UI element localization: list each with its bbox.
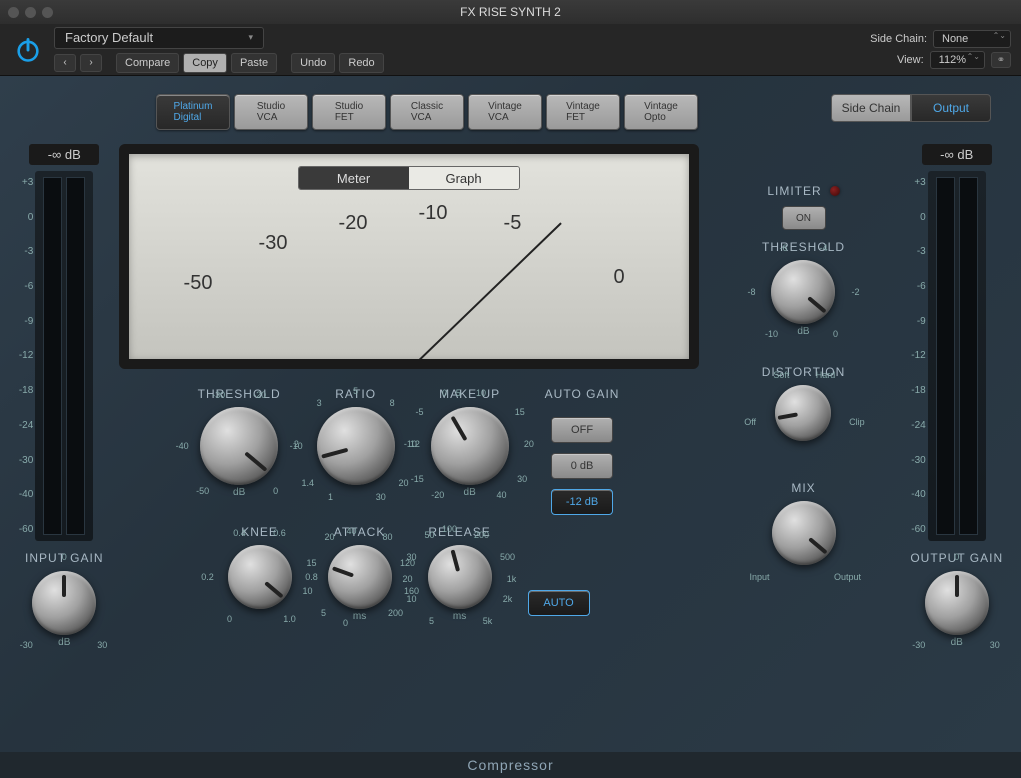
close-dot[interactable] [8,7,19,18]
plugin-toolbar: Factory Default ▾ ‹ › Compare Copy Paste… [0,24,1021,76]
paste-button[interactable]: Paste [231,53,277,73]
ratio-label: RATIO [335,387,376,401]
release-auto-button[interactable]: AUTO [528,590,590,616]
release-knob[interactable] [428,545,492,609]
traffic-lights [8,7,53,18]
compare-button[interactable]: Compare [116,53,179,73]
limiter-threshold-knob[interactable] [771,260,835,324]
chevron-down-icon: ▾ [248,32,253,43]
output-meter-scale: +30-3-6-9-12-18-24-30-40-60 [906,177,926,535]
limiter-label: LIMITER [767,184,821,198]
output-meter-section: -∞ dB +30-3-6-9-12-18-24-30-40-60 OUTPUT… [908,144,1005,648]
limiter-threshold-label: THRESHOLD [762,240,845,254]
release-label: RELEASE [428,525,490,539]
output-db-readout: -∞ dB [922,144,992,165]
preset-name: Factory Default [65,30,153,45]
sel-studio-fet[interactable]: StudioFET [312,94,386,130]
power-icon [14,36,42,64]
max-dot[interactable] [42,7,53,18]
autogain-0db-button[interactable]: 0 dB [551,453,613,479]
plugin-footer: Compressor [0,752,1021,778]
sel-classic-vca[interactable]: ClassicVCA [390,94,464,130]
compressor-panel: PlatinumDigital StudioVCA StudioFET Clas… [0,76,1021,752]
sel-vintage-fet[interactable]: VintageFET [546,94,620,130]
copy-button[interactable]: Copy [183,53,227,73]
sidechain-label: Side Chain: [870,33,927,45]
prev-preset-button[interactable]: ‹ [54,54,76,72]
sel-vintage-opto[interactable]: VintageOpto [624,94,698,130]
input-gain-knob[interactable] [32,571,96,635]
min-dot[interactable] [25,7,36,18]
right-section: LIMITER ON THRESHOLD -6 -4 -8 -2 -10 0 [705,144,903,565]
power-button[interactable] [10,32,46,68]
view-label: View: [897,54,924,66]
plugin-name: Compressor [467,757,553,773]
distortion-knob[interactable] [775,385,831,441]
window-titlebar: FX RISE SYNTH 2 [0,0,1021,24]
window-title: FX RISE SYNTH 2 [460,5,561,19]
autogain-off-button[interactable]: OFF [551,417,613,443]
input-gain-label: INPUT GAIN [25,551,103,565]
sidechain-output-toggle: Side Chain Output [831,94,991,122]
makeup-knob[interactable] [431,407,509,485]
next-preset-button[interactable]: › [80,54,102,72]
attack-knob[interactable] [328,545,392,609]
autogain-minus12-button[interactable]: -12 dB [551,489,613,515]
limiter-on-button[interactable]: ON [782,206,826,230]
ratio-knob[interactable] [317,407,395,485]
mix-label: MIX [791,481,815,495]
makeup-label: MAKE UP [439,387,500,401]
redo-button[interactable]: Redo [339,53,383,73]
sel-platinum-digital[interactable]: PlatinumDigital [156,94,230,130]
center-section: Meter Graph -50 -30 -20 -10 -5 0 THRESHO… [119,144,699,622]
knee-knob[interactable] [228,545,292,609]
sidechain-tab[interactable]: Side Chain [831,94,911,122]
output-gain-label: OUTPUT GAIN [910,551,1003,565]
output-meter: +30-3-6-9-12-18-24-30-40-60 [928,171,986,541]
sel-studio-vca[interactable]: StudioVCA [234,94,308,130]
attack-label: ATTACK [334,525,386,539]
output-gain-knob[interactable] [925,571,989,635]
view-zoom-dropdown[interactable]: 112% [930,51,985,69]
knee-label: KNEE [241,525,278,539]
threshold-label: THRESHOLD [198,387,281,401]
output-gain-unit: dB [951,637,963,648]
vu-meter: Meter Graph -50 -30 -20 -10 -5 0 [119,144,699,369]
distortion-label: DISTORTION [762,365,846,379]
autogain-label: AUTO GAIN [545,387,620,401]
input-db-readout: -∞ dB [29,144,99,165]
output-tab[interactable]: Output [911,94,991,122]
input-meter-section: -∞ dB +30-3-6-9-12-18-24-30-40-60 INPUT … [16,144,113,648]
input-meter: +30-3-6-9-12-18-24-30-40-60 [35,171,93,541]
input-meter-scale: +30-3-6-9-12-18-24-30-40-60 [13,177,33,535]
mix-knob[interactable] [772,501,836,565]
sidechain-dropdown[interactable]: None [933,30,1011,48]
undo-button[interactable]: Undo [291,53,335,73]
sel-vintage-vca[interactable]: VintageVCA [468,94,542,130]
input-gain-unit: dB [58,637,70,648]
preset-dropdown[interactable]: Factory Default ▾ [54,27,264,49]
link-icon[interactable]: ⚭ [991,52,1011,68]
limiter-led [830,186,840,196]
threshold-knob[interactable] [200,407,278,485]
